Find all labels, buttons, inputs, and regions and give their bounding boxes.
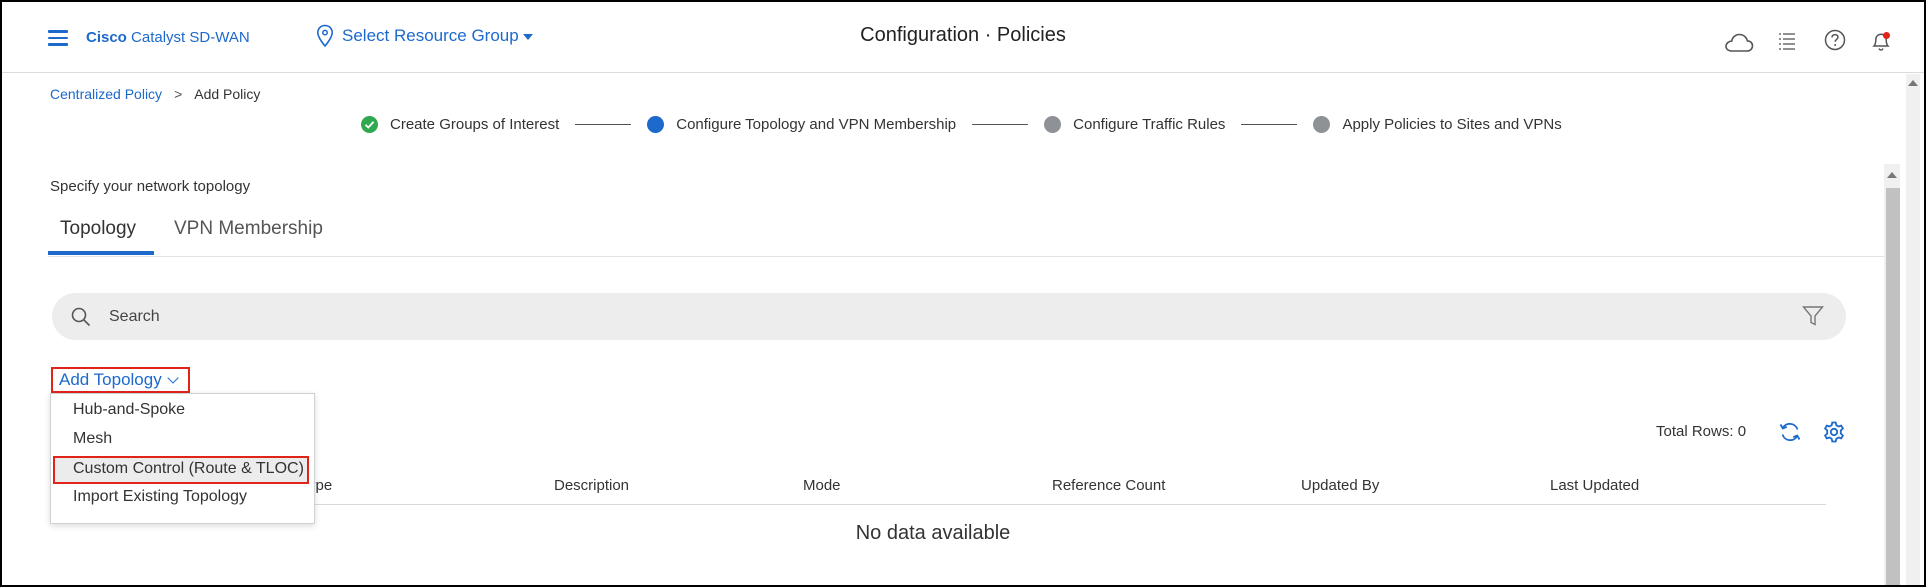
step-label: Apply Policies to Sites and VPNs: [1342, 116, 1562, 133]
search-icon: [71, 307, 91, 327]
breadcrumb-separator: >: [174, 86, 183, 102]
column-header-mode[interactable]: Mode: [803, 477, 841, 494]
gear-icon[interactable]: [1822, 420, 1846, 444]
page-scrollbar[interactable]: [1906, 74, 1920, 585]
menu-item-label: Import Existing Topology: [73, 488, 248, 505]
check-icon: [361, 116, 378, 133]
notification-badge: [1883, 32, 1890, 39]
list-icon[interactable]: [1778, 32, 1796, 50]
add-topology-button[interactable]: Add Topology: [51, 367, 190, 393]
total-rows-count: Total Rows: 0: [1656, 423, 1747, 440]
table-header: ype Description Mode Reference Count Upd…: [50, 472, 1826, 505]
column-header-last-updated[interactable]: Last Updated: [1550, 477, 1639, 494]
add-topology-menu: Hub-and-Spoke Mesh Custom Control (Route…: [50, 393, 315, 524]
app-window: Cisco Catalyst SD-WAN Select Resource Gr…: [0, 0, 1926, 587]
cloud-icon[interactable]: [1724, 32, 1754, 54]
pending-step-icon: [1313, 116, 1331, 133]
menu-item-mesh[interactable]: Mesh: [51, 426, 314, 454]
page-title: Configuration · Policies: [860, 24, 1066, 46]
breadcrumb-current: Add Policy: [194, 86, 261, 102]
chevron-down-icon: [167, 372, 179, 384]
section-subtitle: Specify your network topology: [50, 178, 251, 195]
tab-vpn-membership[interactable]: VPN Membership: [174, 218, 323, 240]
step-label: Create Groups of Interest: [390, 116, 560, 133]
menu-item-label: Hub-and-Spoke: [73, 401, 186, 418]
menu-item-custom-control[interactable]: Custom Control (Route & TLOC): [53, 456, 309, 484]
column-header-description[interactable]: Description: [554, 477, 629, 494]
menu-item-import-existing-topology[interactable]: Import Existing Topology: [51, 484, 314, 512]
refresh-icon[interactable]: [1778, 420, 1802, 444]
breadcrumb-centralized-policy[interactable]: Centralized Policy: [50, 86, 162, 102]
help-icon[interactable]: [1824, 29, 1846, 51]
step-label: Configure Traffic Rules: [1073, 116, 1226, 133]
menu-item-hub-and-spoke[interactable]: Hub-and-Spoke: [51, 397, 314, 425]
active-tab-indicator: [48, 251, 154, 255]
top-navigation-bar: Cisco Catalyst SD-WAN Select Resource Gr…: [2, 2, 1924, 73]
empty-table-message: No data available: [855, 522, 1011, 544]
step-connector: [1241, 124, 1298, 125]
step-configure-traffic-rules[interactable]: Configure Traffic Rules: [1044, 116, 1225, 133]
search-input[interactable]: [107, 304, 1761, 330]
active-step-icon: [647, 116, 665, 133]
tab-topology[interactable]: Topology: [60, 218, 136, 240]
step-label: Configure Topology and VPN Membership: [676, 116, 957, 133]
add-topology-label: Add Topology: [59, 370, 162, 389]
step-configure-topology[interactable]: Configure Topology and VPN Membership: [647, 116, 956, 133]
policy-wizard-stepper: Create Groups of Interest Configure Topo…: [361, 116, 1562, 133]
scroll-up-arrow-icon[interactable]: [1887, 172, 1897, 178]
step-connector: [972, 124, 1029, 125]
menu-item-label: Custom Control (Route & TLOC): [73, 460, 304, 477]
tab-bar: Topology VPN Membership: [48, 208, 1884, 257]
column-header-updated-by[interactable]: Updated By: [1301, 477, 1379, 494]
step-create-groups[interactable]: Create Groups of Interest: [361, 116, 559, 133]
step-connector: [575, 124, 632, 125]
menu-item-label: Mesh: [73, 430, 113, 447]
scroll-up-arrow-icon[interactable]: [1908, 80, 1918, 86]
filter-icon[interactable]: [1802, 305, 1824, 327]
column-header-reference-count[interactable]: Reference Count: [1052, 477, 1165, 494]
pending-step-icon: [1044, 116, 1062, 133]
step-apply-policies[interactable]: Apply Policies to Sites and VPNs: [1313, 116, 1562, 133]
search-bar: [52, 293, 1846, 340]
breadcrumb: Centralized Policy > Add Policy: [50, 86, 260, 102]
content-scrollbar-thumb[interactable]: [1886, 188, 1900, 585]
